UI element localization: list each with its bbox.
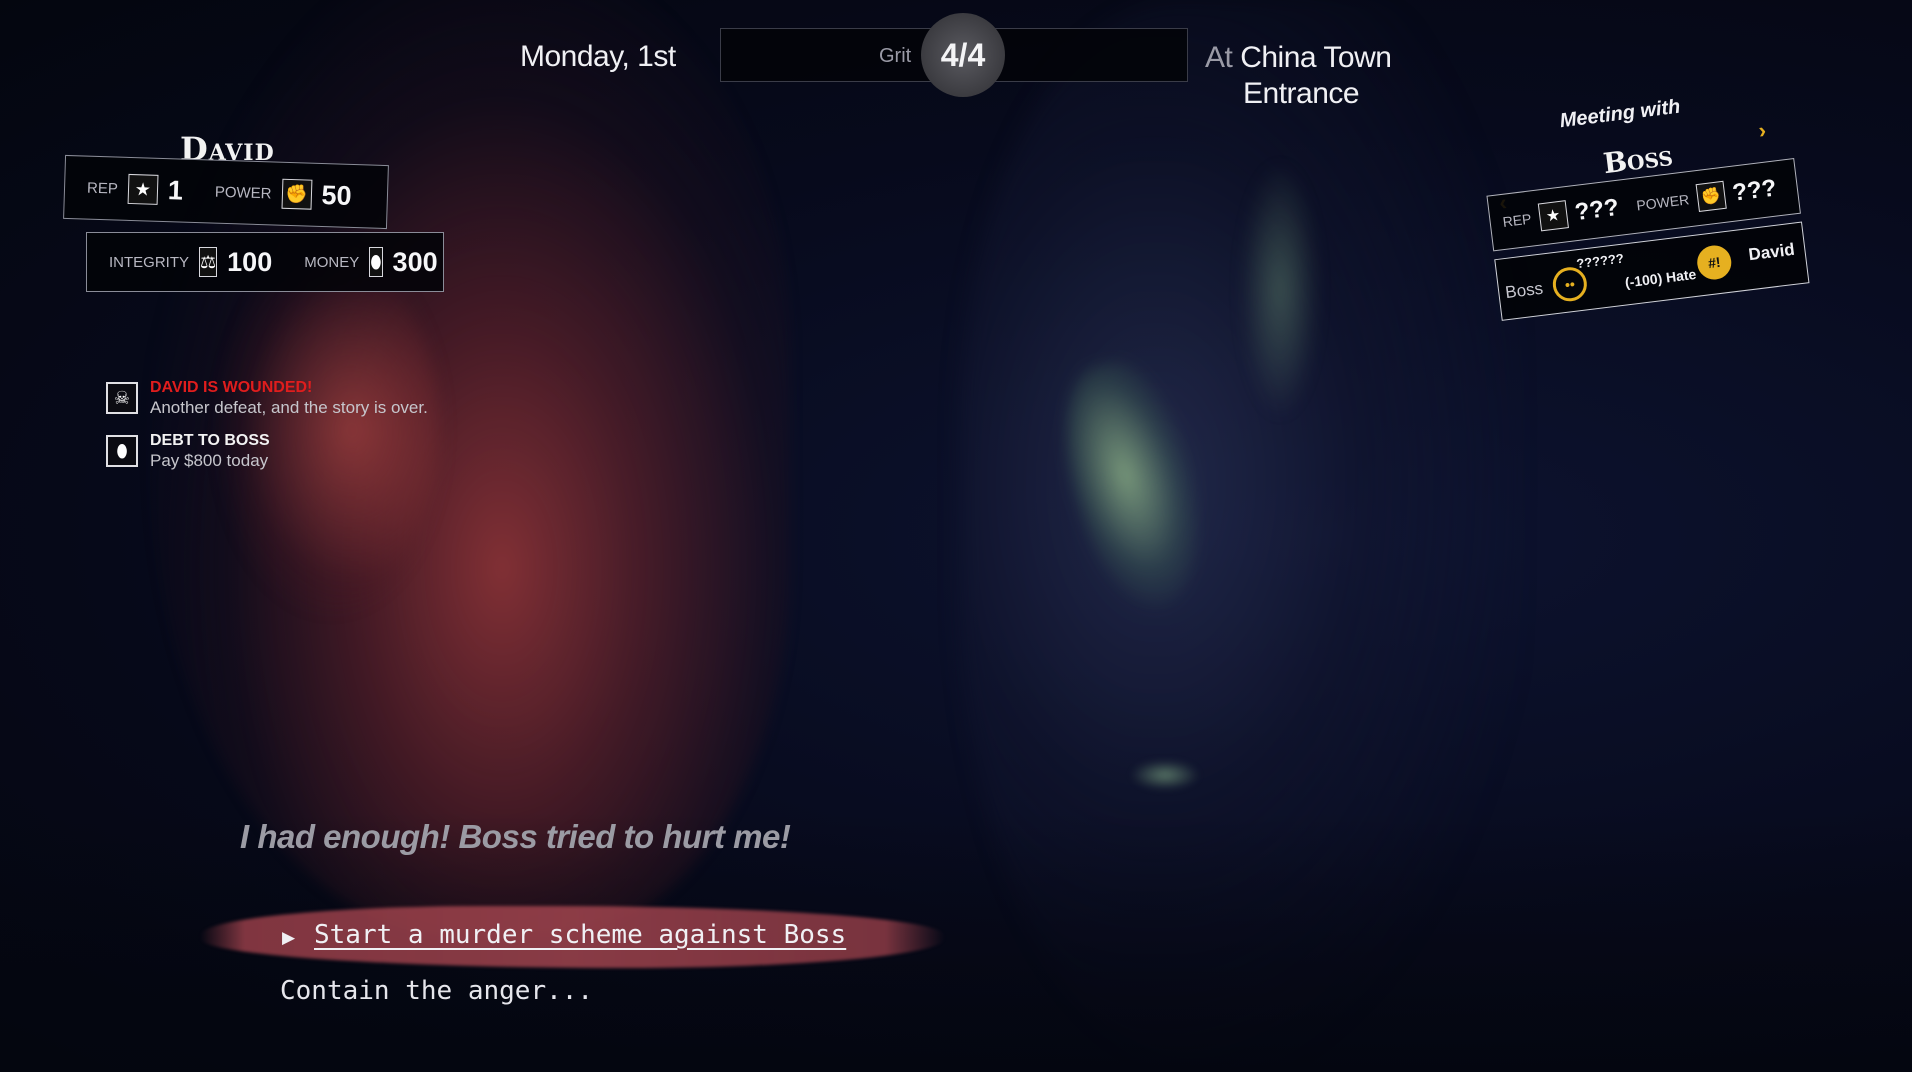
star-icon: ★ xyxy=(1537,200,1569,232)
integrity-label: INTEGRITY xyxy=(109,253,190,271)
npc-power-value: ??? xyxy=(1730,174,1778,207)
grit-counter: 4/4 xyxy=(921,13,1005,97)
current-date: Monday, 1st xyxy=(520,40,676,73)
player-stats-row2: INTEGRITY ⚖ 100 MONEY ⬮ 300 xyxy=(86,232,444,292)
scales-icon: ⚖ xyxy=(199,247,218,277)
relation-left-name: Boss xyxy=(1504,278,1545,303)
money-label: MONEY xyxy=(304,253,360,271)
grit-bar: Grit 4/4 xyxy=(720,13,1188,97)
status-description: Another defeat, and the story is over. xyxy=(150,398,428,417)
integrity-value: 100 xyxy=(227,246,273,277)
player-stats-row1: REP ★ 1 POWER ✊ 50 xyxy=(63,154,389,230)
npc-rep-value: ??? xyxy=(1573,193,1621,227)
coin-icon: ⬮ xyxy=(106,435,138,467)
coin-icon: ⬮ xyxy=(369,247,383,277)
fist-icon: ✊ xyxy=(281,178,312,210)
location-name-line1: China Town xyxy=(1240,41,1392,74)
grit-label: Grit xyxy=(879,45,912,67)
fist-icon: ✊ xyxy=(1695,180,1727,213)
choice-option-murder[interactable]: Start a murder scheme against Boss xyxy=(280,920,846,950)
skull-icon: ☠ xyxy=(106,382,138,414)
power-label: POWER xyxy=(214,183,272,202)
status-title: DAVID IS WOUNDED! xyxy=(150,379,313,396)
choice-option-contain[interactable]: Contain the anger... xyxy=(280,976,593,1006)
rep-label: REP xyxy=(86,179,119,198)
npc-power-label: POWER xyxy=(1635,191,1691,214)
status-title: DEBT TO BOSS xyxy=(150,432,270,449)
relation-right-name: David xyxy=(1747,239,1796,265)
location: At China Town Entrance xyxy=(1205,40,1392,112)
npc-rep-label: REP xyxy=(1501,210,1533,230)
angry-face-icon: #! xyxy=(1695,243,1734,282)
location-prefix: At xyxy=(1205,41,1233,74)
location-name-line2: Entrance xyxy=(1243,77,1360,110)
status-debt: ⬮ DEBT TO BOSS Pay $800 today xyxy=(106,431,270,471)
power-value: 50 xyxy=(321,179,353,211)
relation-unknown: ?????? xyxy=(1575,250,1625,272)
status-wounded: ☠ DAVID IS WOUNDED! Another defeat, and … xyxy=(106,378,428,418)
neutral-face-icon: •• xyxy=(1550,265,1589,304)
boss-lip-highlight xyxy=(1130,760,1200,790)
rep-value: 1 xyxy=(167,174,184,206)
money-value: 300 xyxy=(392,246,438,277)
meeting-title: Meeting with xyxy=(1558,95,1682,133)
meeting-panel: Meeting with ‹ › Boss REP ★ ??? POWER ✊ … xyxy=(1476,71,1824,358)
david-portrait-highlight xyxy=(220,250,440,610)
status-description: Pay $800 today xyxy=(150,451,269,470)
relation-hate: (-100) Hate xyxy=(1624,265,1698,291)
dialogue-line: I had enough! Boss tried to hurt me! xyxy=(240,818,791,855)
boss-cheek-highlight xyxy=(1240,160,1320,420)
chevron-right-icon[interactable]: › xyxy=(1757,117,1767,144)
star-icon: ★ xyxy=(127,173,159,205)
grit-value: 4/4 xyxy=(940,36,986,73)
